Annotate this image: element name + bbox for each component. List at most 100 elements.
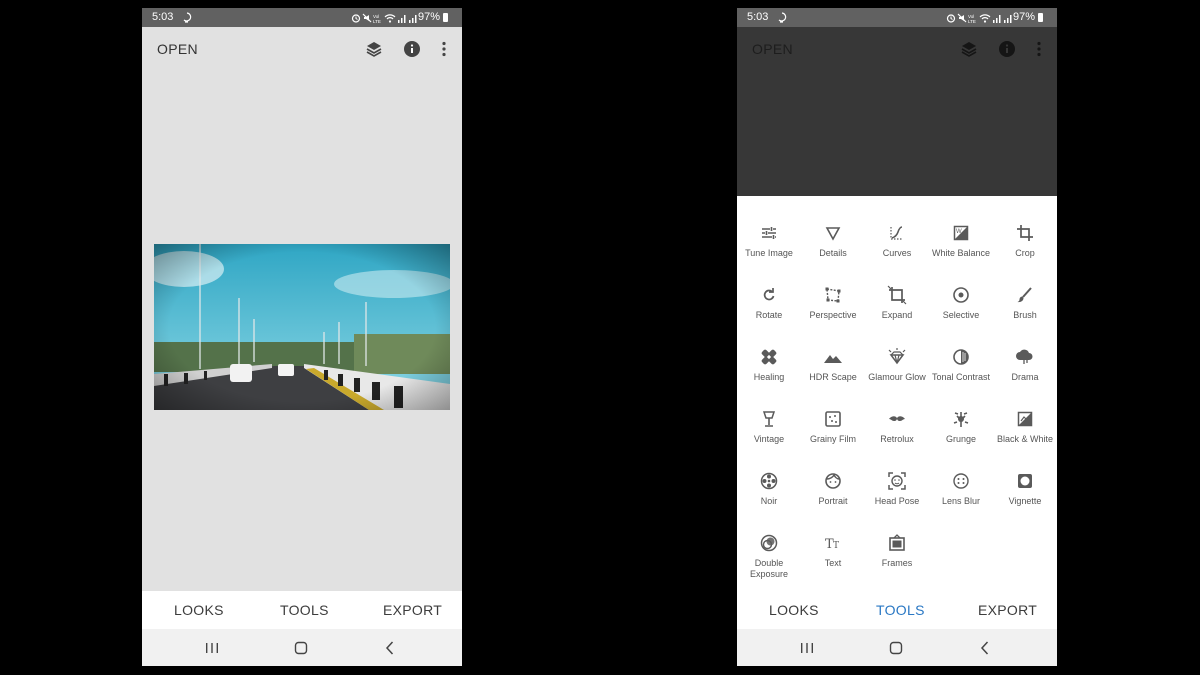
grainy-film-icon xyxy=(825,411,841,427)
rotate-icon xyxy=(763,288,775,301)
tool-label: Drama xyxy=(1011,372,1039,382)
recents-icon[interactable] xyxy=(797,638,817,658)
tool-label: Noir xyxy=(760,496,778,506)
head-pose-icon xyxy=(888,472,906,490)
tool-details[interactable]: Details xyxy=(801,223,865,259)
tool-label: Selective xyxy=(942,310,980,320)
tool-label: Portrait xyxy=(818,496,848,506)
alarm-icon xyxy=(946,13,956,23)
vignette-icon xyxy=(1018,474,1032,488)
perspective-icon xyxy=(825,287,841,303)
tool-label: Crop xyxy=(1015,248,1035,258)
home-icon[interactable] xyxy=(886,638,906,658)
noir-icon xyxy=(760,472,778,490)
status-time: 5:03 xyxy=(152,11,174,23)
hdr-scape-icon xyxy=(824,355,842,363)
svg-text:T: T xyxy=(833,541,839,551)
svg-text:LTE: LTE xyxy=(968,19,976,23)
tab-looks[interactable]: LOOKS xyxy=(769,602,819,618)
road-photo xyxy=(154,244,450,410)
white-balance-icon: W xyxy=(953,225,969,241)
vintage-icon xyxy=(762,411,776,427)
tab-export[interactable]: EXPORT xyxy=(978,602,1037,618)
tab-export[interactable]: EXPORT xyxy=(383,602,442,618)
battery-percent: 97% xyxy=(1012,11,1035,23)
tool-label: Tune Image xyxy=(745,248,793,258)
tool-frames[interactable]: Frames xyxy=(865,533,929,569)
tool-label: Frames xyxy=(881,558,913,568)
tool-white-balance[interactable]: W White Balance xyxy=(929,223,993,259)
tool-hdr-scape[interactable]: HDR Scape xyxy=(801,347,865,383)
tool-brush[interactable]: Brush xyxy=(993,285,1057,321)
volte-icon: VolLTE xyxy=(373,14,381,23)
tool-label: Vignette xyxy=(1008,496,1042,506)
tool-label: Text xyxy=(824,558,842,568)
tool-vintage[interactable]: Vintage xyxy=(737,409,801,445)
recents-icon[interactable] xyxy=(202,638,222,658)
tool-label: Grunge xyxy=(945,434,977,444)
more-vert-icon xyxy=(1037,41,1041,57)
status-bar: 5:03 Vol LTE 97% xyxy=(737,8,1057,27)
tool-drama[interactable]: Drama xyxy=(993,347,1057,383)
open-button[interactable]: OPEN xyxy=(157,41,198,57)
tab-looks[interactable]: LOOKS xyxy=(174,602,224,618)
tool-vignette[interactable]: Vignette xyxy=(993,471,1057,507)
back-icon[interactable] xyxy=(380,638,400,658)
tool-rotate[interactable]: Rotate xyxy=(737,285,801,321)
tool-label: Perspective xyxy=(809,310,857,320)
lens-blur-icon xyxy=(953,473,969,489)
tool-crop[interactable]: Crop xyxy=(993,223,1057,259)
signal-icon xyxy=(993,14,1001,23)
sync-icon xyxy=(183,12,192,23)
retrolux-icon xyxy=(889,416,905,421)
home-icon[interactable] xyxy=(291,638,311,658)
tool-expand[interactable]: Expand xyxy=(865,285,929,321)
tab-tools-active[interactable]: TOOLS xyxy=(876,602,925,618)
bottom-nav: LOOKS TOOLS EXPORT xyxy=(737,591,1057,629)
tool-healing[interactable]: Healing xyxy=(737,347,801,383)
tool-head-pose[interactable]: Head Pose xyxy=(865,471,929,507)
tool-lens-blur[interactable]: Lens Blur xyxy=(929,471,993,507)
tool-glamour-glow[interactable]: Glamour Glow xyxy=(865,347,929,383)
volte-icon: VolLTE xyxy=(968,14,976,23)
tool-grainy-film[interactable]: Grainy Film xyxy=(801,409,865,445)
bottom-nav: LOOKS TOOLS EXPORT xyxy=(142,591,462,629)
tool-label: Expand xyxy=(881,310,913,320)
tool-black-white[interactable]: Black & White xyxy=(993,409,1057,445)
tool-label: Retrolux xyxy=(880,434,914,444)
tool-tune-image[interactable]: Tune Image xyxy=(737,223,801,259)
tool-perspective[interactable]: Perspective xyxy=(801,285,865,321)
details-icon xyxy=(825,227,841,241)
tool-label: HDR Scape xyxy=(809,372,857,382)
tool-label: Healing xyxy=(753,372,785,382)
more-vert-icon[interactable] xyxy=(434,39,454,59)
signal-icon xyxy=(398,14,406,23)
status-icons: Vol LTE xyxy=(351,8,418,27)
tool-grunge[interactable]: Grunge xyxy=(929,409,993,445)
tool-double-exposure[interactable]: Double Exposure xyxy=(737,533,801,579)
tool-label: Rotate xyxy=(755,310,783,320)
tool-label: Tonal Contrast xyxy=(931,372,991,382)
tool-text[interactable]: T T Text xyxy=(801,533,865,569)
wifi-icon xyxy=(979,13,991,23)
battery-percent: 97% xyxy=(417,11,440,23)
tool-selective[interactable]: Selective xyxy=(929,285,993,321)
signal-icon-2 xyxy=(1004,14,1012,23)
text-icon: TT xyxy=(825,537,839,552)
healing-icon xyxy=(761,349,777,365)
back-icon[interactable] xyxy=(975,638,995,658)
tool-noir[interactable]: Noir xyxy=(737,471,801,507)
phone-screen-editor: 5:03 Vol LTE 97% OPEN LOOKS TOOLS EXPORT xyxy=(142,8,462,666)
tool-curves[interactable]: Curves xyxy=(865,223,929,259)
mute-icon xyxy=(957,13,967,22)
double-exposure-icon xyxy=(760,534,778,552)
tool-portrait[interactable]: Portrait xyxy=(801,471,865,507)
layers-icon[interactable] xyxy=(364,39,384,59)
tool-tonal-contrast[interactable]: Tonal Contrast xyxy=(929,347,993,383)
phone-screen-tools: 5:03 Vol LTE 97% OPEN Tune Image Details Cu… xyxy=(737,8,1057,666)
info-icon[interactable] xyxy=(402,39,422,59)
tool-retrolux[interactable]: Retrolux xyxy=(865,409,929,445)
status-bar: 5:03 Vol LTE 97% xyxy=(142,8,462,27)
tool-label: White Balance xyxy=(931,248,991,258)
tab-tools[interactable]: TOOLS xyxy=(280,602,329,618)
